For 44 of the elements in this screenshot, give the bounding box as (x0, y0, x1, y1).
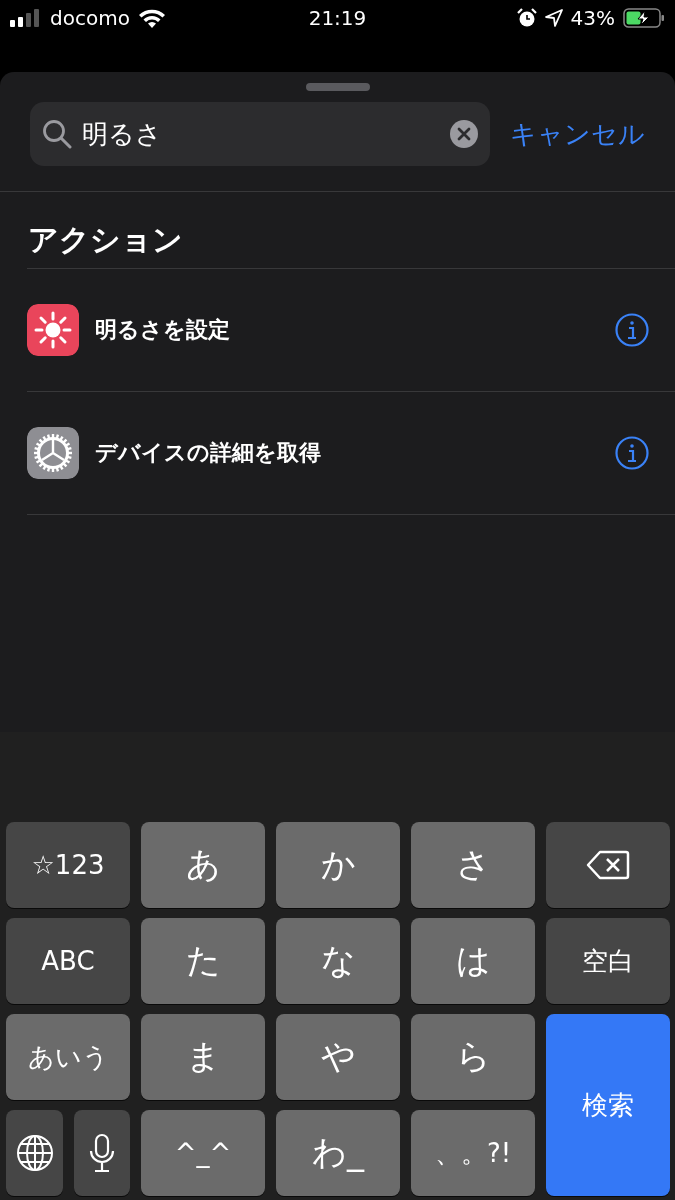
keyboard-key[interactable]: 、。?! (411, 1110, 535, 1196)
info-icon[interactable] (615, 436, 649, 470)
battery-icon (623, 8, 665, 28)
search-icon (42, 119, 72, 149)
globe-key[interactable] (6, 1110, 63, 1196)
wifi-icon (137, 8, 166, 28)
sheet-grabber[interactable] (305, 83, 370, 91)
search-key[interactable]: 検索 (546, 1014, 670, 1196)
carrier-name: docomo (50, 6, 130, 30)
backspace-key[interactable] (546, 822, 670, 908)
clear-icon[interactable] (450, 120, 478, 148)
keyboard-key[interactable]: ま (141, 1014, 265, 1100)
section-title: アクション (27, 221, 184, 259)
location-arrow-icon (544, 9, 563, 27)
keyboard-key[interactable]: は (411, 918, 535, 1004)
keyboard-key[interactable]: た (141, 918, 265, 1004)
search-field[interactable]: 明るさ (30, 102, 490, 166)
keyboard-key[interactable]: あいう (6, 1014, 130, 1100)
clock-time: 21:19 (308, 6, 367, 30)
signal-icon (10, 9, 42, 27)
keyboard-key[interactable]: ^_^ (141, 1110, 265, 1196)
keyboard-key[interactable]: 空白 (546, 918, 670, 1004)
search-text: 明るさ (82, 117, 163, 151)
alarm-clock-icon (516, 8, 537, 28)
keyboard-key[interactable]: ABC (6, 918, 130, 1004)
cancel-button[interactable]: キャンセル (510, 116, 645, 152)
action-title[interactable]: 明るさを設定 (95, 315, 599, 345)
keyboard-key[interactable]: か (276, 822, 400, 908)
info-icon[interactable] (615, 313, 649, 347)
keyboard-key[interactable]: や (276, 1014, 400, 1100)
action-title[interactable]: デバイスの詳細を取得 (95, 438, 599, 468)
mic-key[interactable] (74, 1110, 130, 1196)
gear-icon (27, 427, 79, 479)
keyboard-key[interactable]: ☆123 (6, 822, 130, 908)
globe-icon (15, 1134, 54, 1172)
battery-percent: 43% (570, 6, 615, 30)
keyboard-key[interactable]: さ (411, 822, 535, 908)
keyboard-key[interactable]: あ (141, 822, 265, 908)
sun-icon (27, 304, 79, 356)
keyboard-key[interactable]: わ_ (276, 1110, 400, 1196)
backspace-icon (586, 850, 630, 880)
keyboard-key[interactable]: ら (411, 1014, 535, 1100)
keyboard-key[interactable]: な (276, 918, 400, 1004)
microphone-icon (89, 1133, 115, 1173)
